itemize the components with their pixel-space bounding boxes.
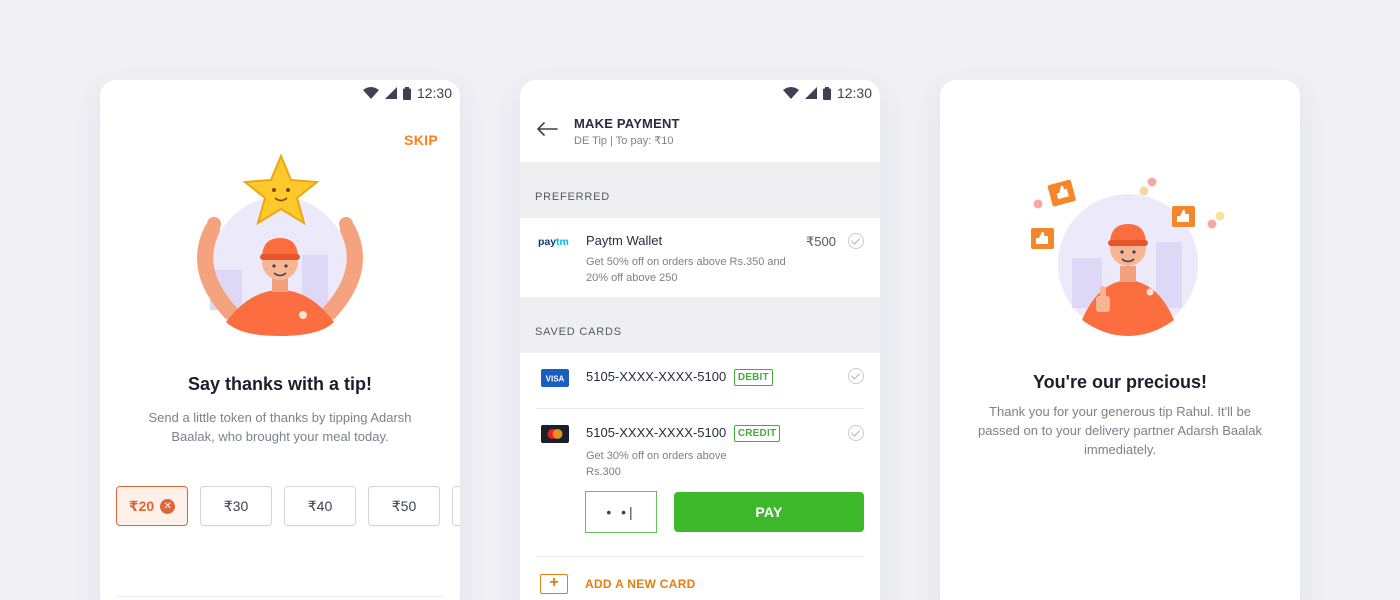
card-type-badge: DEBIT [733,369,773,386]
wallet-select-check[interactable] [848,233,864,249]
tip-title: Say thanks with a tip! [187,374,373,394]
status-bar: 12:30 [362,82,452,104]
cvv-input[interactable]: • •| [585,491,657,533]
visa-icon: VISA [541,369,569,387]
tip-options: ₹20 ✕ ₹30 ₹40 ₹50 [116,486,460,526]
page-title: MAKE PAYMENT [574,116,680,131]
delivery-thumbs-up-illustration [1031,177,1225,336]
tip-option-more[interactable] [452,486,460,526]
card-number: 5105-XXXX-XXXX-5100 [586,369,727,384]
card-2-select-check[interactable] [848,425,864,441]
mastercard-icon [541,425,569,443]
divider [536,556,864,557]
tip-option-30[interactable]: ₹30 [200,486,272,526]
tip-option-40[interactable]: ₹40 [284,486,356,526]
status-time: 12:30 [836,85,872,101]
thanks-title: You're our precious! [1033,372,1207,392]
card-offer: Get 30% off on orders above Rs.300 [586,450,727,478]
visa-text: VISA [546,375,565,384]
tip-subtitle: Send a little token of thanks by tipping… [148,410,412,444]
status-time: 12:30 [416,85,452,101]
card-type-badge: CREDIT [733,425,781,442]
wallet-balance: ₹500 [806,234,836,249]
card-1-row[interactable]: 5105-XXXX-XXXX-5100 DEBIT [586,369,773,386]
pay-button[interactable]: PAY [674,492,864,532]
page-subtitle: DE Tip | To pay: ₹10 [574,135,674,147]
wallet-name: Paytm Wallet [586,233,663,248]
battery-icon [822,86,831,100]
signal-icon [384,87,397,99]
divider [116,596,444,597]
tip-option-50[interactable]: ₹50 [368,486,440,526]
wifi-icon [362,87,379,99]
tip-option-label: ₹20 [128,497,155,514]
tip-screen: 12:30 SKIP Say thanks with a tip! Send a… [100,80,460,600]
card-1-select-check[interactable] [848,368,864,384]
section-header-saved-cards: SAVED CARDS [520,297,880,353]
card-number: 5105-XXXX-XXXX-5100 [586,425,727,440]
wifi-icon [782,87,799,99]
back-arrow-icon[interactable] [536,122,558,136]
tip-option-20[interactable]: ₹20 ✕ [116,486,188,526]
add-card-label: ADD A NEW CARD [585,577,696,591]
svg-text:pay: pay [538,236,556,247]
plus-icon: + [540,574,568,594]
delivery-star-illustration [197,153,363,336]
add-new-card-button[interactable]: + ADD A NEW CARD [540,574,696,594]
wallet-offer: Get 50% off on orders above Rs.350 and 2… [586,256,786,284]
battery-icon [402,86,411,100]
thanks-message: Thank you for your generous tip Rahul. I… [977,404,1262,457]
paytm-logo-icon: pay tm [538,236,569,247]
svg-text:tm: tm [556,236,569,247]
signal-icon [804,87,817,99]
thanks-screen: You're our precious! Thank you for your … [940,80,1300,600]
section-header-preferred: PREFERRED [520,162,880,218]
skip-button[interactable]: SKIP [404,132,438,148]
payment-screen: 12:30 MAKE PAYMENT DE Tip | To pay: ₹10 … [520,80,880,600]
divider [536,408,864,409]
status-bar: 12:30 [782,82,872,104]
card-2-row[interactable]: 5105-XXXX-XXXX-5100 CREDIT [586,425,781,442]
remove-tip-icon[interactable]: ✕ [160,498,176,514]
